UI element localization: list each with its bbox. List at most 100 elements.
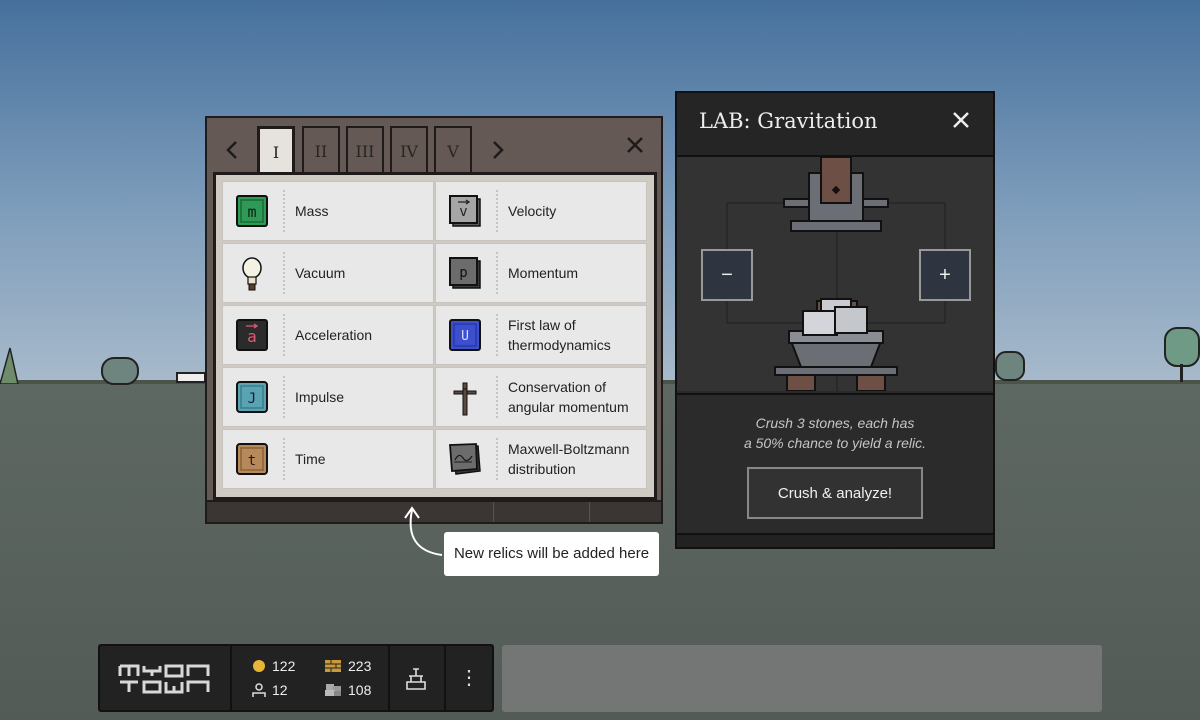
relic-label: Conservation of angular momentum [508, 379, 629, 415]
relic-label: Time [295, 451, 326, 467]
bricks-icon [325, 660, 341, 672]
card-divider [283, 190, 285, 232]
increase-button[interactable]: + [919, 249, 971, 301]
lab-bottom-bar [677, 533, 993, 547]
time-relic-icon: t [236, 443, 268, 475]
tooltip-arrow-icon [404, 506, 443, 556]
relic-grid: m Mass v Velocity Vacuum p Momentum a Ac… [213, 172, 657, 500]
relic-book-frame: I II III IV V m Mass v Velocity Vacuum p… [205, 116, 663, 504]
card-divider [283, 376, 285, 418]
svg-text:U: U [461, 329, 469, 344]
mass-relic-icon: m [236, 195, 268, 227]
close-button[interactable] [623, 134, 647, 158]
distribution-relic-icon [449, 443, 481, 475]
bricks-stat: 223 [324, 658, 371, 674]
relic-label: Impulse [295, 389, 345, 405]
lab-description-line2: a 50% chance to yield a relic. [743, 435, 927, 451]
lab-scene: − + [677, 156, 993, 392]
momentum-relic-icon: p [449, 257, 481, 289]
svg-text:a: a [247, 327, 257, 346]
lab-station-icon [406, 667, 426, 690]
relic-card-vacuum[interactable]: Vacuum [222, 243, 434, 303]
lab-header: LAB: Gravitation [677, 93, 993, 157]
relic-card-impulse[interactable]: J Impulse [222, 367, 434, 427]
lab-description: Crush 3 stones, each has a 50% chance to… [677, 413, 993, 453]
lab-title: LAB: Gravitation [699, 109, 878, 133]
card-divider [283, 438, 285, 480]
close-icon [627, 137, 643, 153]
relic-card-first-law-thermodynamics[interactable]: U First law of thermodynamics [435, 305, 647, 365]
population-value: 12 [272, 682, 288, 698]
close-icon [953, 112, 969, 128]
lab-button[interactable] [390, 646, 442, 710]
svg-text:J: J [248, 391, 256, 407]
relic-card-maxwell-boltzmann[interactable]: Maxwell-Boltzmann distribution [435, 429, 647, 489]
relic-card-momentum[interactable]: p Momentum [435, 243, 647, 303]
chevron-left-icon [226, 141, 237, 159]
menu-button[interactable]: ⋮ [446, 646, 492, 710]
decrease-button[interactable]: − [701, 249, 753, 301]
card-divider [496, 376, 498, 418]
card-divider [283, 252, 285, 294]
relic-card-velocity[interactable]: v Velocity [435, 181, 647, 241]
bricks-value: 223 [348, 658, 372, 674]
svg-text:t: t [248, 453, 256, 469]
more-vertical-icon: ⋮ [459, 667, 479, 689]
card-divider [283, 314, 285, 356]
tree-icon [995, 351, 1025, 381]
prev-page-button[interactable] [221, 138, 245, 162]
message-bar [502, 645, 1102, 712]
fence [176, 372, 206, 383]
coins-stat: 122 [252, 658, 295, 674]
relic-label: Acceleration [295, 327, 373, 343]
relic-label: Mass [295, 203, 329, 219]
coin-icon [253, 660, 265, 672]
lab-description-line1: Crush 3 stones, each has [755, 415, 915, 431]
dagger-icon [453, 382, 477, 416]
card-divider [496, 438, 498, 480]
lab-close-button[interactable] [949, 109, 973, 133]
tab-v[interactable]: V [434, 126, 472, 172]
thermodynamics-relic-icon: U [449, 319, 481, 351]
relic-tooltip: New relics will be added here [444, 532, 659, 576]
svg-text:m: m [247, 203, 256, 221]
svg-text:p: p [459, 265, 467, 281]
relic-card-mass[interactable]: m Mass [222, 181, 434, 241]
relic-label: Momentum [508, 265, 579, 281]
relic-card-angular-momentum[interactable]: Conservation of angular momentum [435, 367, 647, 427]
tree-icon [1164, 327, 1200, 382]
card-divider [496, 314, 498, 356]
relic-book-panel: I II III IV V m Mass v Velocity Vacuum p… [205, 116, 663, 524]
stone-stat: 108 [324, 682, 371, 698]
tab-iv[interactable]: IV [390, 126, 428, 172]
relic-label: Maxwell-Boltzmann distribution [508, 441, 630, 477]
relic-card-acceleration[interactable]: a Acceleration [222, 305, 434, 365]
person-icon [252, 683, 266, 697]
relic-card-time[interactable]: t Time [222, 429, 434, 489]
lab-footer: Crush 3 stones, each has a 50% chance to… [677, 393, 993, 537]
impulse-relic-icon: J [236, 381, 268, 413]
plus-icon: + [939, 264, 951, 286]
coins-value: 122 [272, 658, 296, 674]
relic-label: Velocity [508, 203, 557, 219]
hud-divider [230, 646, 232, 710]
bush-icon [0, 347, 19, 384]
tab-iii[interactable]: III [346, 126, 384, 172]
relic-label: Vacuum [295, 265, 346, 281]
stone-icon [325, 684, 341, 696]
svg-text:v: v [459, 204, 467, 220]
population-stat: 12 [252, 682, 288, 698]
myon-town-logo [118, 664, 210, 694]
tab-ii[interactable]: II [302, 126, 340, 172]
lab-panel: LAB: Gravitation − + Crush 3 stones, eac… [675, 91, 995, 549]
resource-hud: 122 12 223 108 ⋮ [98, 644, 494, 712]
tree-icon [101, 357, 139, 385]
velocity-relic-icon: v [449, 195, 481, 227]
card-divider [496, 190, 498, 232]
relic-label: First law of thermodynamics [508, 317, 611, 353]
chevron-right-icon [493, 141, 504, 159]
next-page-button[interactable] [485, 138, 509, 162]
acceleration-relic-icon: a [236, 319, 268, 351]
shelf-divider [493, 502, 494, 522]
crush-analyze-button[interactable]: Crush & analyze! [747, 467, 923, 519]
